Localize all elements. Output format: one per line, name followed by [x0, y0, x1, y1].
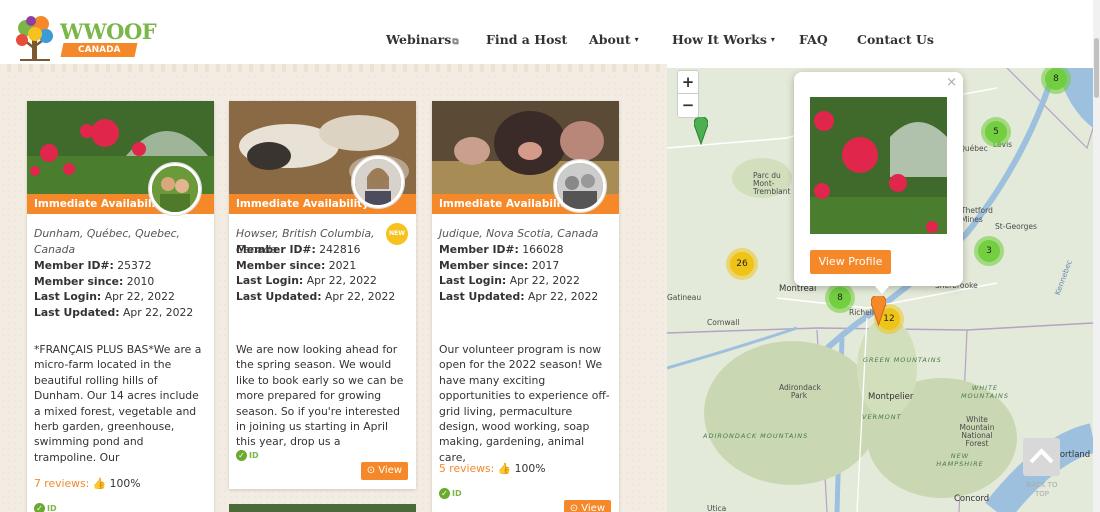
nav-find-a-host[interactable]: Find a Host — [486, 32, 567, 47]
map-label: Cornwall — [707, 318, 740, 327]
map-label: Portland — [1055, 450, 1091, 460]
id-verified-badge: ✓ ID — [439, 488, 462, 499]
next-card-photo — [229, 504, 416, 512]
map-label: Parc du Mont-Tremblant — [753, 171, 791, 196]
torn-paper-edge — [0, 64, 667, 72]
map-label: St-Georges — [995, 222, 1037, 231]
map-label: White Mountain National Forest — [959, 415, 995, 448]
host-description: Our volunteer program is now open for th… — [439, 343, 610, 464]
map-cluster[interactable]: 26 — [726, 248, 758, 280]
map-label: NEW HAMPSHIRE — [936, 452, 984, 468]
tree-icon — [16, 16, 53, 61]
map-cluster[interactable]: 8 — [825, 283, 855, 313]
zoom-control: + − — [677, 70, 699, 118]
view-profile-button[interactable]: View Profile — [810, 250, 891, 274]
popup-photo — [810, 97, 947, 234]
page-scrollbar[interactable] — [1093, 0, 1100, 512]
check-icon: ✓ — [439, 488, 450, 499]
zoom-out-button[interactable]: − — [678, 94, 698, 117]
nav-webinars[interactable]: Webinars⧉ — [386, 32, 459, 47]
view-profile-button[interactable]: ⊙ View — [360, 462, 408, 480]
zoom-in-button[interactable]: + — [678, 71, 698, 94]
map-pin-icon[interactable] — [871, 296, 886, 326]
map-cluster[interactable]: 5 — [981, 117, 1011, 147]
wwoof-logo[interactable]: WWOOF CANADA — [14, 12, 157, 62]
map-label: ADIRONDACK MOUNTAINS — [703, 432, 809, 440]
reviews-link[interactable]: 5 reviews: 👍 100% — [439, 462, 545, 475]
avatar — [554, 160, 606, 212]
view-profile-button[interactable]: ⊙ View — [563, 500, 611, 512]
thumbs-up-icon: 👍 — [92, 477, 107, 490]
host-description: *FRANÇAIS PLUS BAS*We are a micro-farm l… — [34, 343, 202, 464]
back-to-top-button[interactable] — [1023, 438, 1060, 476]
chevron-down-icon: ▾ — [634, 34, 639, 44]
check-icon: ✓ — [34, 503, 45, 512]
nav-about[interactable]: About ▾ — [589, 32, 639, 47]
map-pin-icon[interactable] — [694, 117, 708, 145]
nav-faq[interactable]: FAQ — [799, 32, 828, 47]
site-header: WWOOF CANADA Webinars⧉ Find a Host About… — [0, 0, 1100, 68]
host-card[interactable]: Immediate Availability Dunham, Québec, Q… — [27, 101, 214, 512]
map-label: Montpelier — [868, 392, 914, 402]
close-icon[interactable]: × — [946, 75, 957, 90]
chevron-up-icon — [1029, 448, 1054, 464]
id-verified-badge: ✓ ID — [34, 503, 57, 512]
map-label: Utica — [707, 504, 727, 512]
host-location: Dunham, Québec, Quebec, Canada — [34, 227, 180, 256]
map-label: VERMONT — [862, 413, 902, 421]
map-label: Québec — [959, 144, 988, 153]
reviews-link[interactable]: 7 reviews: 👍 100% — [34, 477, 140, 490]
avatar — [352, 156, 404, 208]
nav-how-it-works[interactable]: How It Works ▾ — [672, 32, 775, 47]
user-icon: ⊙ — [569, 503, 579, 512]
external-link-icon: ⧉ — [452, 37, 459, 47]
map-label: Thetford Mines — [961, 206, 993, 224]
thumbs-up-icon: 👍 — [497, 462, 512, 475]
host-meta: Member ID#: 25372 Member since: 2010 Las… — [34, 259, 194, 319]
back-to-top-label: BACK TO TOP — [1026, 481, 1058, 498]
map-label: GREEN MOUNTAINS — [863, 356, 942, 364]
logo-country: CANADA — [60, 43, 138, 57]
map-label: Adirondack Park — [779, 383, 821, 400]
scroll-thumb[interactable] — [1094, 38, 1099, 98]
avatar — [149, 163, 201, 215]
map-cluster[interactable]: 3 — [974, 236, 1004, 266]
host-description: We are now looking ahead for the spring … — [236, 343, 404, 449]
popup-tail — [873, 284, 891, 294]
user-icon: ⊙ — [366, 465, 376, 476]
new-badge: NEW — [386, 223, 408, 245]
logo-wordmark: WWOOF — [60, 19, 157, 44]
id-verified-badge: ✓ ID — [236, 450, 259, 461]
map-label: Gatineau — [667, 293, 702, 302]
chevron-down-icon: ▾ — [770, 34, 775, 44]
map-popup: × View Profile — [794, 72, 963, 286]
nav-contact-us[interactable]: Contact Us — [857, 32, 934, 47]
map-label: Concord — [954, 494, 990, 504]
check-icon: ✓ — [236, 450, 247, 461]
map-label: WHITE MOUNTAINS — [960, 384, 1010, 400]
